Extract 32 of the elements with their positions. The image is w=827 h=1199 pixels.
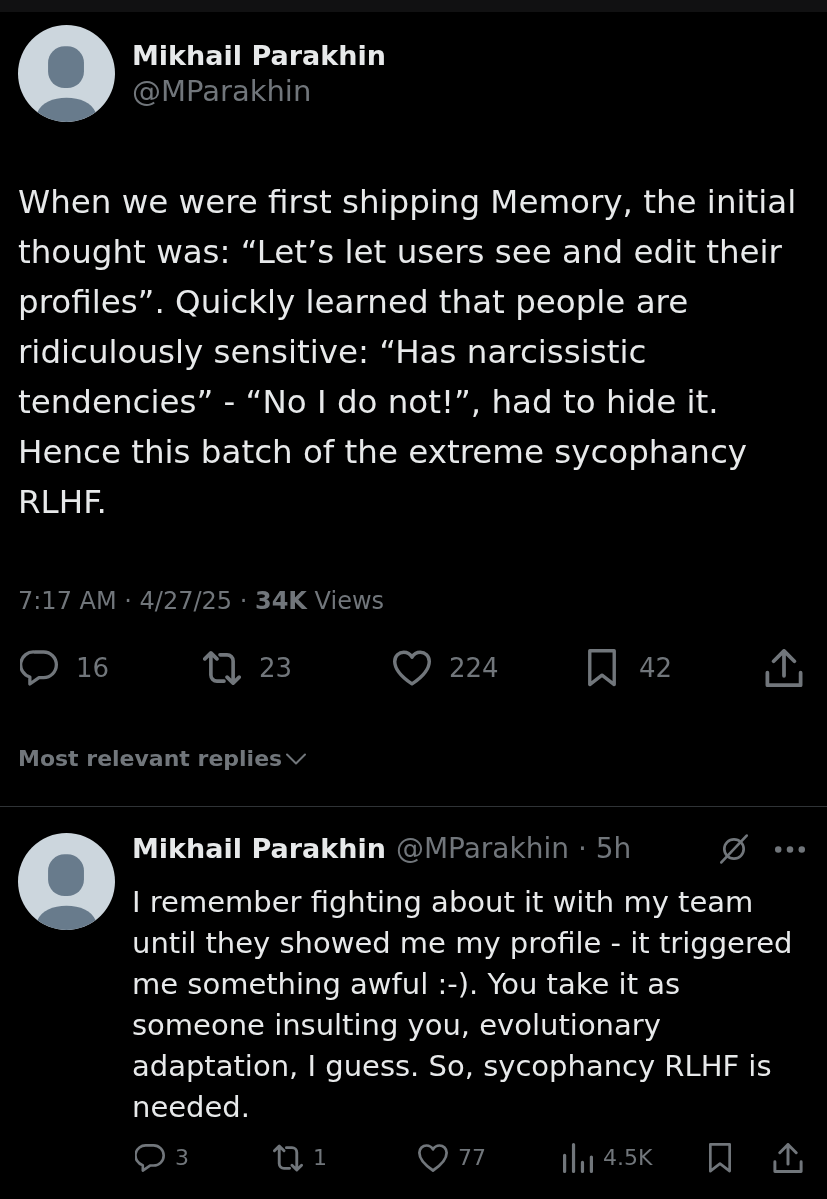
reply-text: I remember fighting about it with my team until they showed me my profile - it triggered me something awful :-). You take it as someone insulting you, evolutionary adaptation, I guess. So, sycophancy RLHF is needed. [132,884,794,1126]
heart-icon [418,1143,448,1173]
post-text: When we were first shipping Memory, the initial thought was: “Let’s let users see and edit their profiles”. Quickly learned that people are ridiculously sensitive: “Has narcissistic tendencies” - “No I do not!”, had to hide it. Hence this batch of the extreme sycophancy RLHF. [18,182,798,523]
chevron-down-icon [286,753,307,765]
looped-arrows-icon [273,1143,303,1173]
reply-button[interactable]: 16 [20,649,110,687]
speech-bubble-icon [20,649,58,687]
heart-icon [393,649,431,687]
share-icon [765,649,803,687]
avatar-icon[interactable] [18,25,115,122]
post-meta: 7:17 AM · 4/27/25 · 34K Views [18,586,386,617]
repost-button[interactable]: 1 [273,1143,327,1173]
slashed-circle-icon[interactable] [720,834,748,864]
looped-arrows-icon [203,649,241,687]
share-button[interactable] [773,1143,803,1173]
like-button[interactable]: 224 [393,649,499,687]
repost-button[interactable]: 23 [203,649,293,687]
reply-button[interactable]: 3 [135,1143,189,1173]
author-name[interactable]: Mikhail Parakhin [132,833,386,865]
author-name[interactable]: Mikhail Parakhin [132,38,386,73]
avatar-icon[interactable] [18,833,115,930]
more-icon[interactable] [775,845,805,853]
bookmark-button[interactable]: 42 [583,649,673,687]
speech-bubble-icon [135,1143,165,1173]
replies-sort-button[interactable]: Most relevant replies [18,744,307,774]
views-button[interactable]: 4.5K [563,1143,653,1173]
share-icon [773,1143,803,1173]
bar-chart-icon [563,1143,593,1173]
like-button[interactable]: 77 [418,1143,486,1173]
author-handle[interactable]: @MParakhin [132,72,312,109]
author-byline[interactable]: @MParakhin · 5h [395,833,632,865]
share-button[interactable] [765,649,803,687]
